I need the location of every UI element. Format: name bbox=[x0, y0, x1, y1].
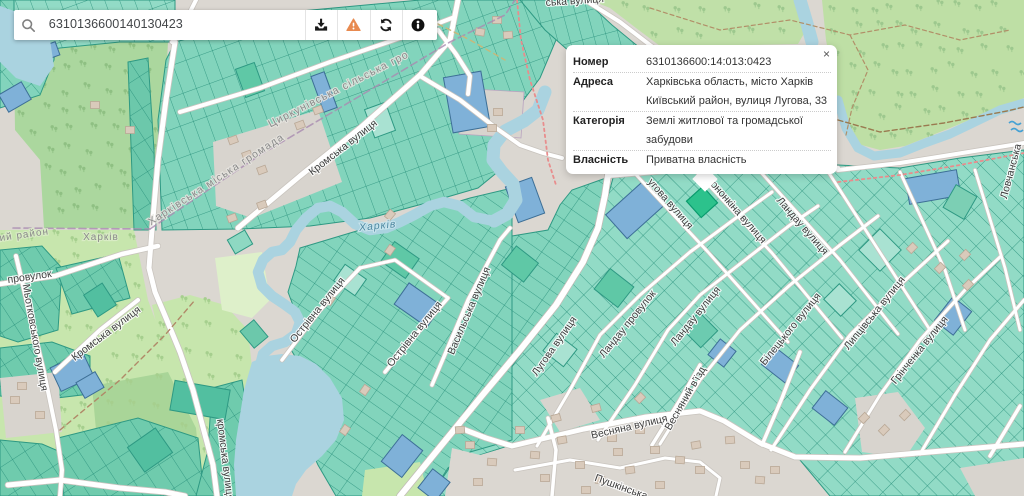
svg-text:Харків: Харків bbox=[83, 232, 119, 243]
